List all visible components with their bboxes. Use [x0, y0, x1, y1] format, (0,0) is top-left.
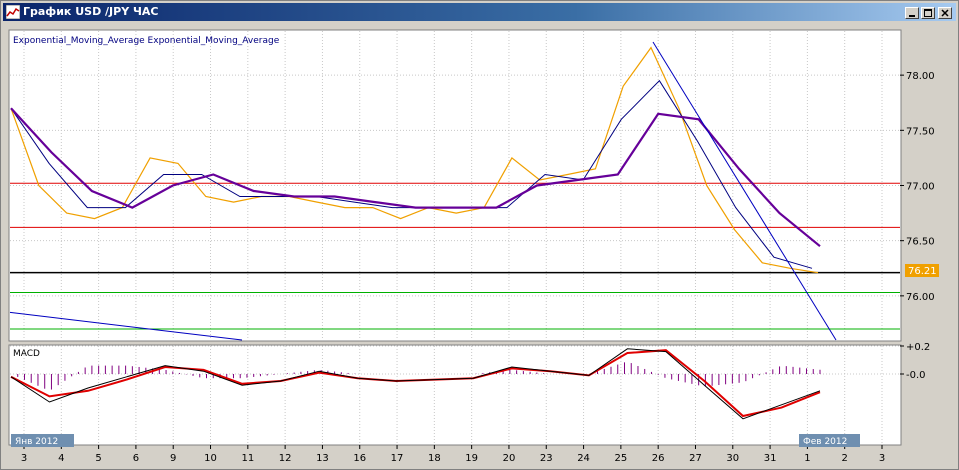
time-axis-label: 19	[465, 453, 478, 464]
price-axis-label: 77.00	[906, 182, 935, 193]
time-axis-label: 27	[689, 453, 702, 464]
time-axis-label: 13	[316, 453, 329, 464]
time-axis-label: 12	[279, 453, 292, 464]
time-axis-label: 6	[133, 453, 139, 464]
time-axis-label: 20	[503, 453, 516, 464]
macd-label: MACD	[13, 349, 40, 359]
macd-axis-label: -0.0	[906, 370, 926, 381]
time-axis-label: 10	[204, 453, 217, 464]
price-axis-label: 76.50	[906, 237, 935, 248]
time-axis-label: 17	[391, 453, 404, 464]
time-axis-label: 5	[95, 453, 101, 464]
price-axis-label: 76.00	[906, 292, 935, 303]
time-axis: 3 4 5 6 9 10 11 12 13 16 17 18 19 20 23 24 25 26 27 30 31 1 2 3	[21, 445, 885, 464]
price-axis-label: 77.50	[906, 126, 935, 137]
indicator-label: Exponential_Moving_Average Exponential_M…	[13, 36, 280, 46]
chart-canvas: Exponential_Moving_Average Exponential_M…	[8, 29, 939, 464]
time-axis-label: 9	[170, 453, 176, 464]
time-axis-label: 1	[804, 453, 810, 464]
end-date-badge: Фев 2012	[803, 437, 847, 447]
time-axis-label: 3	[879, 453, 885, 464]
time-axis-label: 26	[652, 453, 665, 464]
current-price-badge: 76.21	[908, 266, 937, 277]
price-axis-label: 78.00	[906, 71, 935, 82]
time-axis-label: 3	[21, 453, 27, 464]
start-date-badge: Янв 2012	[15, 437, 58, 447]
macd-axis-label: +0.2	[906, 342, 930, 353]
time-axis-label: 30	[726, 453, 739, 464]
time-axis-label: 4	[58, 453, 64, 464]
time-axis-label: 11	[241, 453, 254, 464]
time-axis-label: 24	[577, 453, 590, 464]
time-axis-label: 31	[764, 453, 777, 464]
time-axis-label: 23	[540, 453, 553, 464]
time-axis-label: 16	[353, 453, 366, 464]
time-axis-label: 18	[428, 453, 441, 464]
macd-panel	[8, 344, 902, 446]
time-axis-label: 25	[615, 453, 628, 464]
macd-axis: +0.2 -0.0	[900, 342, 930, 381]
time-axis-label: 2	[842, 453, 848, 464]
